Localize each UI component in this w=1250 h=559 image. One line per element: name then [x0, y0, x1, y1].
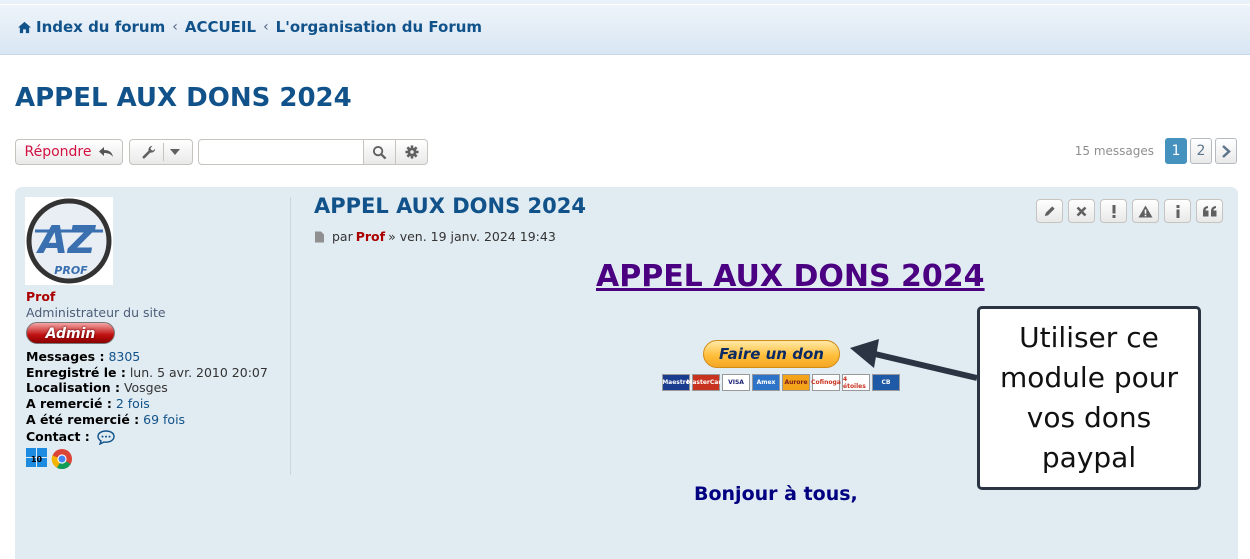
card-logo-visa: VISA — [722, 374, 750, 391]
content-title-link[interactable]: APPEL AUX DONS 2024 — [596, 259, 985, 294]
quote-icon — [1202, 205, 1216, 216]
profile-field-been-thanked: A été remercié : 69 fois — [26, 411, 186, 427]
thanked-link[interactable]: 2 fois — [116, 396, 150, 411]
rank-badge: Admin — [26, 322, 115, 345]
info-icon — [1176, 204, 1179, 218]
topic-tools-button[interactable] — [129, 139, 193, 165]
card-logo-cofinoga: Cofinoga — [811, 374, 841, 391]
windows-icon: 10 — [26, 448, 47, 468]
svg-text:PROF: PROF — [54, 264, 88, 277]
page-2-button[interactable]: 2 — [1190, 138, 1212, 164]
profile-divider — [290, 197, 291, 475]
profile-field-registered: Enregistré le : lun. 5 avr. 2010 20:07 — [26, 364, 268, 380]
breadcrumb-index[interactable]: Index du forum — [36, 18, 165, 36]
post-file-icon — [315, 231, 324, 242]
card-logo-aurore: Aurore — [782, 374, 810, 391]
message-count: 15 messages — [1074, 144, 1154, 158]
pencil-icon — [1044, 205, 1055, 216]
breadcrumb-separator: ‹ — [172, 19, 178, 35]
post-date: » ven. 19 janv. 2024 19:43 — [388, 229, 556, 244]
gear-icon — [404, 145, 419, 159]
page-1-button[interactable]: 1 — [1165, 138, 1187, 164]
reply-arrow-icon — [98, 147, 113, 157]
post-title[interactable]: APPEL AUX DONS 2024 — [314, 194, 586, 218]
caret-down-icon — [170, 149, 180, 155]
profile-rank: Administrateur du site — [26, 304, 166, 320]
callout-box: Utiliser ce module pour vos dons paypal — [977, 306, 1201, 490]
post-meta: par Prof » ven. 19 janv. 2024 19:43 — [314, 229, 556, 244]
profile-username[interactable]: Prof — [26, 289, 286, 305]
post-author[interactable]: Prof — [356, 229, 385, 244]
pagination: 15 messages 1 2 — [1075, 138, 1237, 164]
topic-search-input[interactable] — [198, 139, 364, 165]
close-icon — [1076, 206, 1087, 216]
paypal-donate-button[interactable]: Faire un don — [703, 340, 840, 368]
svg-text:AZ: AZ — [36, 218, 97, 262]
meta-prefix: par — [332, 229, 353, 244]
delete-button[interactable] — [1068, 199, 1095, 223]
svg-text:10: 10 — [31, 455, 43, 464]
navbar: Index du forum ‹ ACCUEIL ‹ L'organisatio… — [0, 0, 1250, 55]
breadcrumb-accueil[interactable]: ACCUEIL — [185, 18, 256, 36]
card-logo-mastercard: MasterCard — [686, 374, 726, 391]
warning-icon — [1138, 205, 1153, 217]
advanced-search-button[interactable] — [395, 139, 428, 165]
breadcrumb-organisation[interactable]: L'organisation du Forum — [276, 18, 482, 36]
post-tools — [1036, 199, 1223, 223]
profile-badges: 10 — [26, 448, 286, 470]
profile-field-location: Localisation : Vosges — [26, 380, 168, 396]
profile-info: Prof Administrateur du site Admin Messag… — [26, 289, 286, 470]
page-title[interactable]: APPEL AUX DONS 2024 — [15, 83, 352, 113]
been-thanked-link[interactable]: 69 fois — [143, 412, 185, 427]
exclamation-icon — [1112, 204, 1115, 218]
messages-link[interactable]: 8305 — [108, 349, 140, 364]
reply-label: Répondre — [24, 144, 92, 160]
next-page-button[interactable] — [1215, 138, 1237, 164]
warn-button[interactable] — [1132, 199, 1159, 223]
report-button[interactable] — [1100, 199, 1127, 223]
search-icon — [372, 145, 387, 159]
wrench-icon — [142, 145, 156, 159]
card-logo-amex: Amex — [752, 374, 780, 391]
profile-field-messages: Messages : 8305 — [26, 349, 141, 365]
info-button[interactable] — [1164, 199, 1191, 223]
chrome-icon — [51, 449, 72, 470]
home-icon — [18, 21, 31, 33]
contact-bubble-icon[interactable] — [97, 430, 115, 446]
reply-button[interactable]: Répondre — [15, 139, 123, 165]
callout-arrow-icon — [850, 339, 978, 381]
quote-button[interactable] — [1196, 199, 1223, 223]
navbar-inner: Index du forum ‹ ACCUEIL ‹ L'organisatio… — [0, 4, 1250, 54]
breadcrumb-separator: ‹ — [263, 19, 269, 35]
profile-field-thanked: A remercié : 2 fois — [26, 395, 150, 411]
avatar-logo-icon: AZ PROF — [26, 198, 112, 284]
chevron-right-icon — [1221, 144, 1231, 158]
breadcrumb: Index du forum ‹ ACCUEIL ‹ L'organisatio… — [17, 18, 482, 36]
edit-button[interactable] — [1036, 199, 1063, 223]
avatar[interactable]: AZ PROF — [25, 197, 113, 285]
tools-divider — [163, 143, 164, 161]
profile-contact: Contact : — [26, 429, 286, 446]
search-button[interactable] — [363, 139, 396, 165]
post-greeting: Bonjour à tous, — [694, 483, 858, 505]
